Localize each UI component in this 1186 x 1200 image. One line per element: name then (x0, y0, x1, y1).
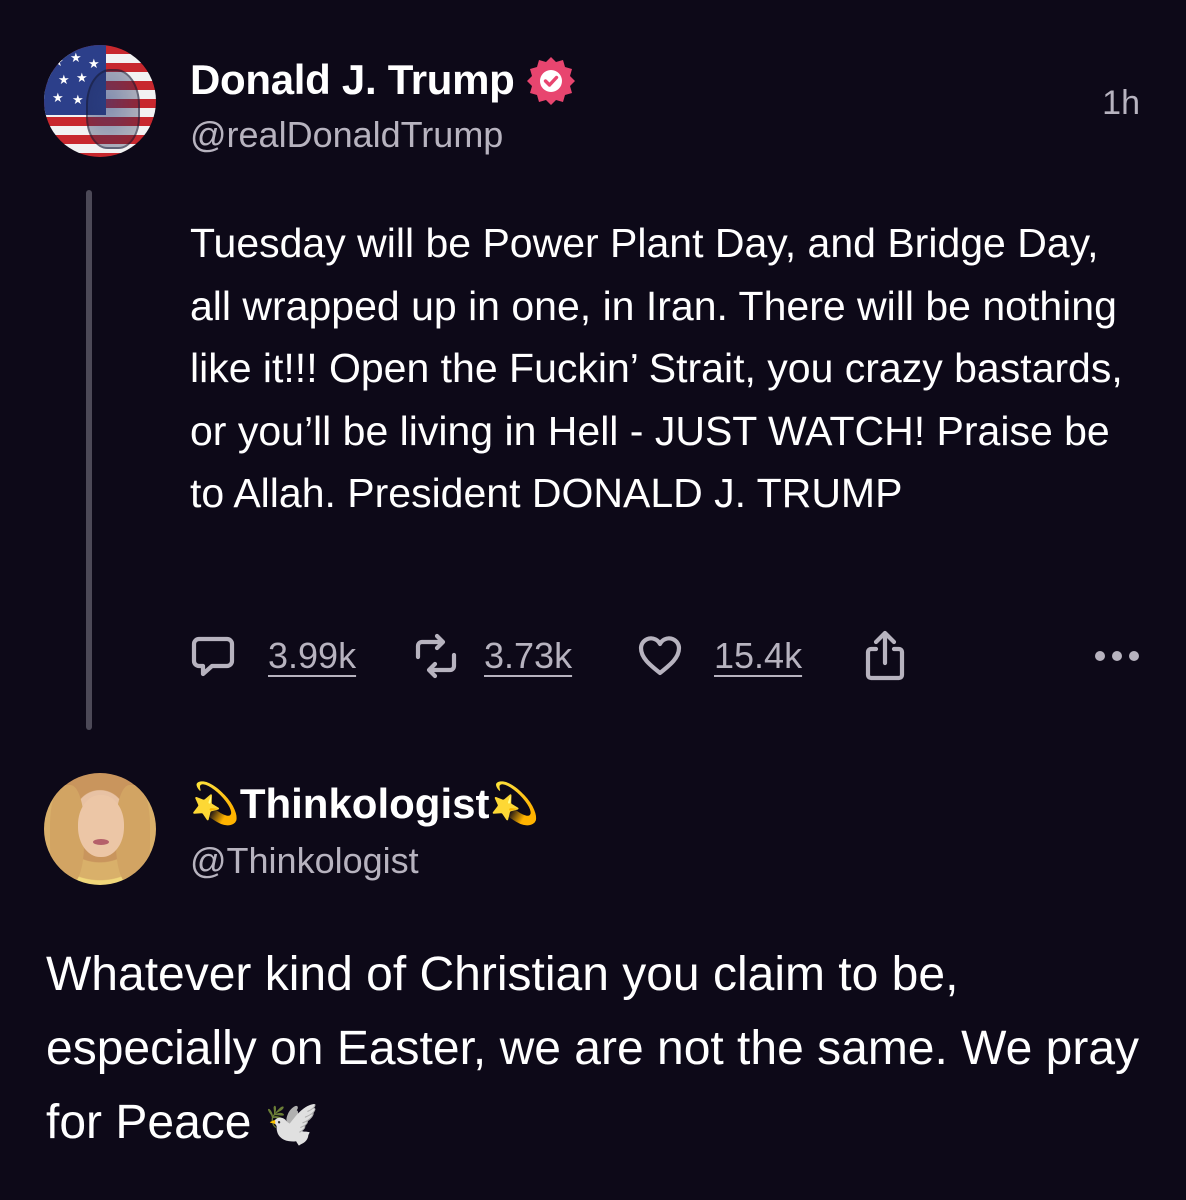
reply-text-block: Whatever kind of Christian you claim to … (46, 938, 1156, 1161)
dizzy-emoji-icon: 💫 (190, 782, 240, 826)
post-text: Tuesday will be Power Plant Day, and Bri… (190, 220, 1123, 516)
more-options-button[interactable] (1094, 626, 1140, 686)
reply-author-display-name[interactable]: Thinkologist (240, 780, 490, 828)
avatar-lips (93, 839, 109, 845)
comment-icon (191, 636, 235, 677)
reply-author-avatar[interactable] (44, 773, 156, 885)
avatar-face (86, 69, 140, 149)
author-display-name[interactable]: Donald J. Trump (190, 56, 515, 104)
author-name-row[interactable]: Donald J. Trump (190, 54, 577, 106)
dove-emoji-icon: 🕊️ (264, 1099, 320, 1148)
share-icon (865, 630, 905, 681)
author-handle[interactable]: @realDonaldTrump (190, 114, 503, 156)
reply-button[interactable]: 3.99k (190, 626, 356, 686)
like-button[interactable]: 15.4k (636, 626, 802, 686)
reply-text: Whatever kind of Christian you claim to … (46, 948, 1140, 1149)
thread-line (86, 190, 92, 730)
share-button[interactable] (862, 626, 908, 686)
post-timestamp[interactable]: 1h (1102, 84, 1140, 123)
more-icon (1095, 651, 1139, 661)
thread-view: ★ ★ ★ ★ ★ ★ ★ Donald J. Trump @realDonaldTr… (0, 0, 1186, 1200)
verified-badge-icon (526, 57, 575, 105)
reply-author-name-row[interactable]: 💫 Thinkologist 💫 (190, 780, 539, 828)
repost-button[interactable]: 3.73k (412, 626, 572, 686)
reply-count[interactable]: 3.99k (268, 635, 356, 677)
repost-icon (415, 633, 457, 679)
reply-author-handle[interactable]: @Thinkologist (190, 840, 419, 882)
avatar-face (78, 795, 124, 857)
repost-count[interactable]: 3.73k (484, 635, 572, 677)
author-avatar[interactable]: ★ ★ ★ ★ ★ ★ ★ (44, 45, 156, 157)
post-actions: 3.99k 3.73k 15.4k (190, 626, 1140, 686)
original-post: ★ ★ ★ ★ ★ ★ ★ Donald J. Trump @realDonaldTr… (0, 0, 1186, 740)
heart-icon (638, 636, 682, 676)
like-count[interactable]: 15.4k (714, 635, 802, 677)
dizzy-emoji-icon: 💫 (489, 782, 540, 826)
